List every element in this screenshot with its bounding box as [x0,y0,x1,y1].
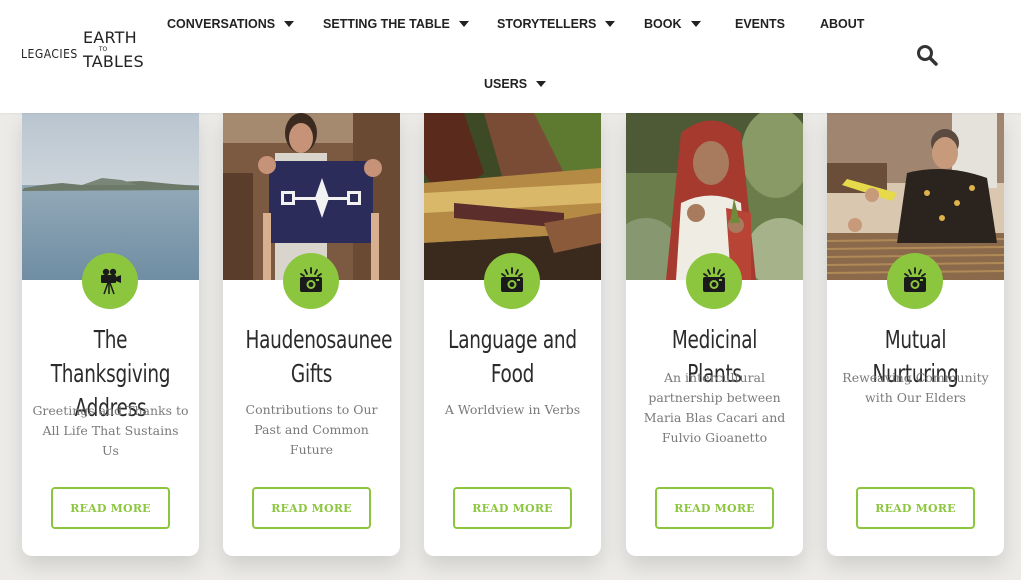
site-logo[interactable]: LEGACIES EARTH TO TABLES [21,28,144,78]
read-more-button[interactable]: READ MORE [252,487,371,529]
nav-storytellers[interactable]: STORYTELLERS [497,14,616,34]
film-camera-icon [82,253,138,309]
nav-conversations-label: CONVERSATIONS [167,17,276,31]
chevron-down-icon [605,21,616,27]
nav-setting-the-table[interactable]: SETTING THE TABLE [323,14,469,34]
nav-book[interactable]: BOOK [644,14,701,34]
chevron-down-icon [690,21,701,27]
read-more-button[interactable]: READ MORE [655,487,774,529]
site-header: LEGACIES EARTH TO TABLES CONVERSATIONS S… [0,0,1021,113]
nav-book-label: BOOK [644,17,682,31]
card-description: Contributions to Our Past and Common Fut… [245,402,378,457]
nav-conversations[interactable]: CONVERSATIONS [167,14,295,34]
read-more-button[interactable]: READ MORE [453,487,572,529]
nav-events-label: EVENTS [735,17,786,31]
story-card[interactable]: The Thanksgiving Address Greetings and T… [22,113,199,556]
chevron-down-icon [536,81,547,87]
nav-storytellers-label: STORYTELLERS [497,17,597,31]
logo-earth-text: EARTH [83,28,137,47]
card-description: An intercultural partnership between Mar… [643,370,786,445]
nav-about-label: ABOUT [820,17,865,31]
photo-camera-icon [887,253,943,309]
chevron-down-icon [284,21,295,27]
story-card[interactable]: Mutual Nurturing Reweaving Community wit… [827,113,1004,556]
card-description: Greetings and Thanks to All Life That Su… [32,403,189,458]
card-title[interactable]: Language and Food [446,323,578,391]
photo-camera-icon [484,253,540,309]
logo-tables-text: TABLES [83,52,144,71]
nav-users-label: USERS [484,77,528,91]
search-icon[interactable] [915,43,939,67]
logo-earth-to-tables: EARTH TO TABLES [83,28,144,71]
chevron-down-icon [458,21,469,27]
logo-legacies-text: LEGACIES [21,47,78,61]
nav-users[interactable]: USERS [484,74,547,94]
story-card[interactable]: Haudenosaunee Gifts Contributions to Our… [223,113,400,556]
card-description: Reweaving Community with Our Elders [842,370,989,405]
photo-camera-icon [686,253,742,309]
story-card[interactable]: Language and Food A Worldview in Verbs R… [424,113,601,556]
read-more-button[interactable]: READ MORE [856,487,975,529]
nav-setting-the-table-label: SETTING THE TABLE [323,17,450,31]
photo-camera-icon [283,253,339,309]
read-more-button[interactable]: READ MORE [51,487,170,529]
nav-about[interactable]: ABOUT [820,14,864,34]
card-description: A Worldview in Verbs [444,402,581,417]
story-card[interactable]: Medicinal Plants An intercultural partne… [626,113,803,556]
nav-events[interactable]: EVENTS [735,14,785,34]
card-title[interactable]: Haudenosaunee Gifts [245,323,392,391]
